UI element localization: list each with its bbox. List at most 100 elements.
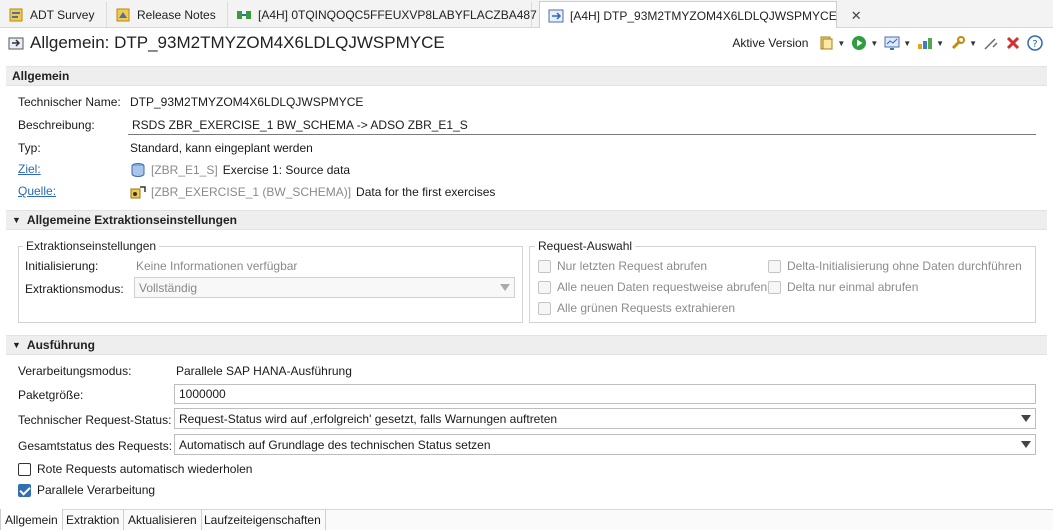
chevron-down-icon[interactable]: ▼ — [870, 39, 878, 48]
checkbox[interactable] — [768, 259, 781, 273]
pin-icon[interactable] — [983, 35, 999, 51]
overall-status-select[interactable]: Automatisch auf Grundlage des technische… — [174, 434, 1036, 455]
option-last-request[interactable]: Nur letzten Request abrufen — [538, 259, 707, 273]
parallel-processing[interactable]: Parallele Verarbeitung — [18, 483, 155, 497]
tab-label: ADT Survey — [30, 8, 95, 22]
delete-icon[interactable] — [1005, 35, 1021, 51]
package-size-value: 1000000 — [179, 387, 226, 401]
editor-title-text: Allgemein: DTP_93M2TMYZOM4X6LDLQJWSPMYCE — [30, 33, 445, 52]
checkbox-label: Nur letzten Request abrufen — [557, 259, 708, 273]
target-description: Exercise 1: Source data — [222, 163, 351, 177]
editor-tab-bar: ADT Survey Release Notes [A4H] 0TQINQOQC… — [0, 0, 1053, 29]
checkbox-label: Delta nur einmal abrufen — [787, 280, 919, 294]
checkbox[interactable] — [538, 301, 551, 315]
section-execution-header[interactable]: ▼ Ausführung — [6, 335, 1047, 355]
overall-status-label: Gesamtstatus des Requests: — [18, 439, 173, 453]
tab-release-notes[interactable]: Release Notes — [107, 2, 228, 28]
overall-status-value: Automatisch auf Grundlage des technische… — [179, 437, 491, 452]
option-delta-init[interactable]: Delta-Initialisierung ohne Daten durchfü… — [768, 259, 1022, 273]
checkbox[interactable] — [18, 462, 31, 476]
section-extraction-header[interactable]: ▼ Allgemeine Extraktionseinstellungen — [6, 210, 1047, 230]
option-new-data[interactable]: Alle neuen Daten requestweise abrufen — [538, 280, 767, 294]
section-title: Ausführung — [26, 338, 95, 352]
checkbox-label: Rote Requests automatisch wiederholen — [37, 462, 253, 476]
extraction-settings-title: Extraktionseinstellungen — [23, 239, 160, 253]
extraction-mode-select[interactable]: Vollständig — [134, 277, 515, 298]
target-tech-name: [ZBR_E1_S] — [151, 163, 218, 177]
release-notes-icon — [115, 7, 131, 23]
extraction-mode-value: Vollständig — [139, 280, 198, 295]
chevron-down-icon — [1021, 441, 1031, 448]
collapse-triangle-icon[interactable]: ▼ — [12, 340, 21, 350]
chevron-down-icon[interactable]: ▼ — [936, 39, 944, 48]
chevron-down-icon[interactable]: ▼ — [903, 39, 911, 48]
description-input[interactable]: RSDS ZBR_EXERCISE_1 BW_SCHEMA -> ADSO ZB… — [128, 115, 1036, 135]
checkbox[interactable] — [18, 483, 31, 497]
editor-header: Allgemein: DTP_93M2TMYZOM4X6LDLQJWSPMYCE… — [0, 28, 1053, 60]
tab-transformation[interactable]: [A4H] 0TQINQOQC5FFEUXVP8LABYFLACZBA487 — [228, 2, 537, 28]
section-title: Allgemeine Extraktionseinstellungen — [26, 213, 237, 227]
checkbox[interactable] — [538, 259, 551, 273]
source-link[interactable]: Quelle: — [18, 184, 56, 198]
datasource-icon — [130, 184, 146, 200]
collapse-triangle-icon[interactable]: ▼ — [12, 215, 21, 225]
dtp-icon — [8, 35, 24, 51]
page-title: Allgemein: DTP_93M2TMYZOM4X6LDLQJWSPMYCE — [8, 33, 445, 53]
package-size-input[interactable]: 1000000 — [174, 384, 1036, 404]
adso-icon — [130, 162, 146, 178]
section-general-header: Allgemein — [6, 66, 1047, 86]
tab-dtp-active[interactable]: [A4H] DTP_93M2TMYZOM4X6LDLQJWSPMYCE ✕ — [539, 1, 862, 29]
tab-label: Allgemein — [5, 512, 58, 527]
option-delta-once[interactable]: Delta nur einmal abrufen — [768, 280, 918, 294]
type-label: Typ: — [18, 141, 41, 155]
target-value: [ZBR_E1_S] Exercise 1: Source data — [130, 162, 350, 178]
checkbox-label: Parallele Verarbeitung — [37, 483, 156, 497]
tab-extraktion[interactable]: Extraktion — [62, 510, 125, 530]
help-icon[interactable]: ? — [1027, 35, 1043, 51]
tab-label: Release Notes — [137, 8, 216, 22]
tab-adt-survey[interactable]: ADT Survey — [0, 2, 107, 28]
retry-red-requests[interactable]: Rote Requests automatisch wiederholen — [18, 462, 252, 476]
chevron-down-icon[interactable]: ▼ — [969, 39, 977, 48]
option-green-requests[interactable]: Alle grünen Requests extrahieren — [538, 301, 735, 315]
wrench-icon[interactable] — [950, 35, 966, 51]
target-link[interactable]: Ziel: — [18, 162, 41, 176]
chevron-down-icon[interactable]: ▼ — [837, 39, 845, 48]
tab-label: Laufzeiteigenschaften — [204, 513, 321, 527]
source-value: [ZBR_EXERCISE_1 (BW_SCHEMA)] Data for th… — [130, 184, 495, 200]
dtp-icon — [548, 8, 564, 24]
checkbox-label: Alle grünen Requests extrahieren — [557, 301, 736, 315]
tab-label: Aktualisieren — [128, 513, 197, 527]
package-size-label: Paketgröße: — [18, 388, 84, 402]
tech-name-value: DTP_93M2TMYZOM4X6LDLQJWSPMYCE — [130, 95, 364, 109]
activate-run-icon[interactable] — [851, 35, 867, 51]
process-chain-icon[interactable] — [917, 35, 933, 51]
type-value: Standard, kann eingeplant werden — [130, 141, 313, 155]
checkbox-label: Delta-Initialisierung ohne Daten durchfü… — [787, 259, 1022, 273]
tech-status-value: Request-Status wird auf ‚erfolgreich' ge… — [179, 411, 558, 426]
checkbox[interactable] — [768, 280, 781, 294]
chevron-down-icon — [500, 284, 510, 291]
description-label: Beschreibung: — [18, 118, 95, 132]
processing-mode-value: Parallele SAP HANA-Ausführung — [176, 364, 352, 378]
transformation-icon — [236, 7, 252, 23]
version-label: Aktive Version — [732, 36, 809, 50]
close-tab-icon[interactable]: ✕ — [851, 8, 862, 24]
tab-laufzeiteigenschaften[interactable]: Laufzeiteigenschaften — [200, 510, 326, 530]
chevron-down-icon — [1021, 415, 1031, 422]
checkbox[interactable] — [538, 280, 551, 294]
tab-aktualisieren[interactable]: Aktualisieren — [124, 510, 202, 530]
source-tech-name: [ZBR_EXERCISE_1 (BW_SCHEMA)] — [151, 185, 352, 199]
processing-mode-label: Verarbeitungsmodus: — [18, 364, 132, 378]
tech-name-label: Technischer Name: — [18, 95, 121, 109]
tab-label: [A4H] DTP_93M2TMYZOM4X6LDLQJWSPMYCE — [570, 8, 837, 23]
tech-status-select[interactable]: Request-Status wird auf ‚erfolgreich' ge… — [174, 408, 1036, 429]
monitor-icon[interactable] — [884, 35, 900, 51]
init-label: Initialisierung: — [25, 259, 99, 273]
version-switch-icon[interactable] — [818, 35, 834, 51]
tech-status-label: Technischer Request-Status: — [18, 413, 172, 427]
request-selection-title: Request-Auswahl — [535, 239, 636, 253]
tab-label: Extraktion — [66, 513, 120, 527]
survey-icon — [8, 7, 24, 23]
tab-allgemein[interactable]: Allgemein — [0, 509, 63, 530]
